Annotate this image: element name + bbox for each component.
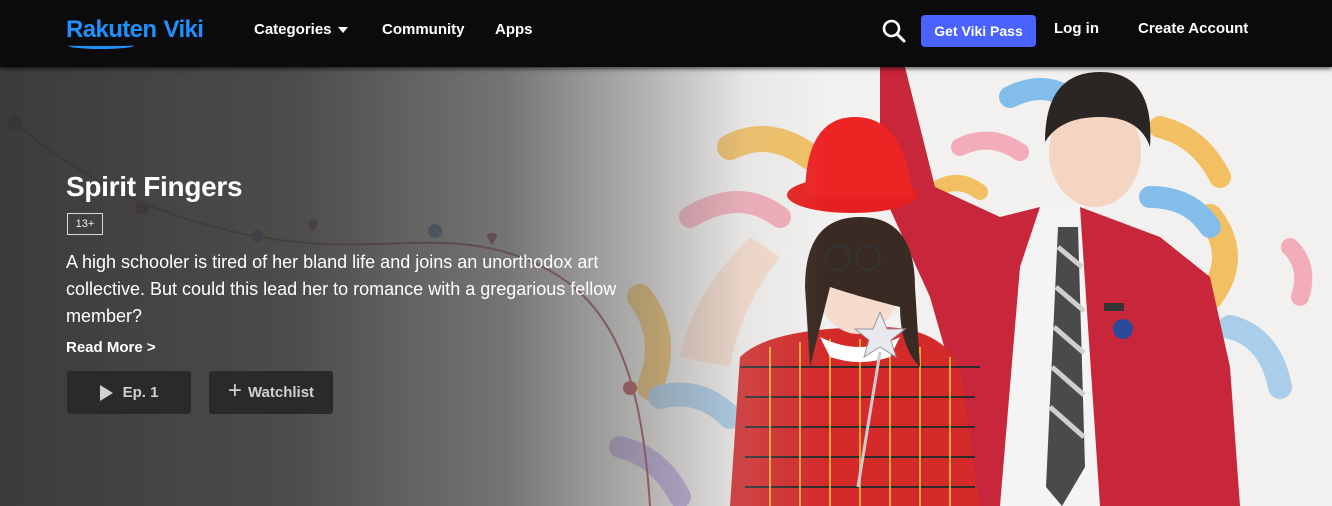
plus-icon: + bbox=[227, 377, 242, 404]
show-title[interactable]: Spirit Fingers bbox=[66, 171, 243, 203]
show-synopsis: A high schooler is tired of her bland li… bbox=[66, 252, 617, 326]
nav-categories[interactable]: Categories bbox=[254, 21, 348, 38]
login-link[interactable]: Log in bbox=[1054, 20, 1099, 37]
hero-banner[interactable]: Spirit Fingers 13+ A high schooler is ti… bbox=[0, 67, 1332, 506]
watchlist-label: Watchlist bbox=[247, 384, 315, 401]
chevron-down-icon bbox=[337, 27, 348, 33]
add-watchlist-button[interactable]: + Watchlist bbox=[209, 371, 333, 414]
rating-badge: 13+ bbox=[67, 213, 103, 235]
rakuten-viki-logo[interactable]: Rakuten Viki bbox=[66, 16, 204, 49]
nav-categories-label: Categories bbox=[254, 21, 332, 38]
nav-community[interactable]: Community bbox=[382, 21, 465, 38]
get-viki-pass-button[interactable]: Get Viki Pass bbox=[921, 15, 1036, 47]
logo-smile-icon bbox=[68, 42, 134, 49]
play-icon bbox=[99, 384, 113, 401]
top-navbar: Rakuten Viki Categories Community Apps G… bbox=[0, 0, 1332, 67]
play-episode-button[interactable]: Ep. 1 bbox=[67, 371, 191, 414]
logo-rakuten-text: Rakuten bbox=[66, 16, 157, 43]
nav-apps[interactable]: Apps bbox=[495, 21, 533, 38]
play-episode-label: Ep. 1 bbox=[122, 384, 159, 401]
read-more-link[interactable]: Read More > bbox=[66, 339, 156, 356]
create-account-link[interactable]: Create Account bbox=[1138, 20, 1248, 37]
search-icon[interactable] bbox=[881, 18, 907, 44]
logo-viki-text: Viki bbox=[163, 16, 204, 43]
